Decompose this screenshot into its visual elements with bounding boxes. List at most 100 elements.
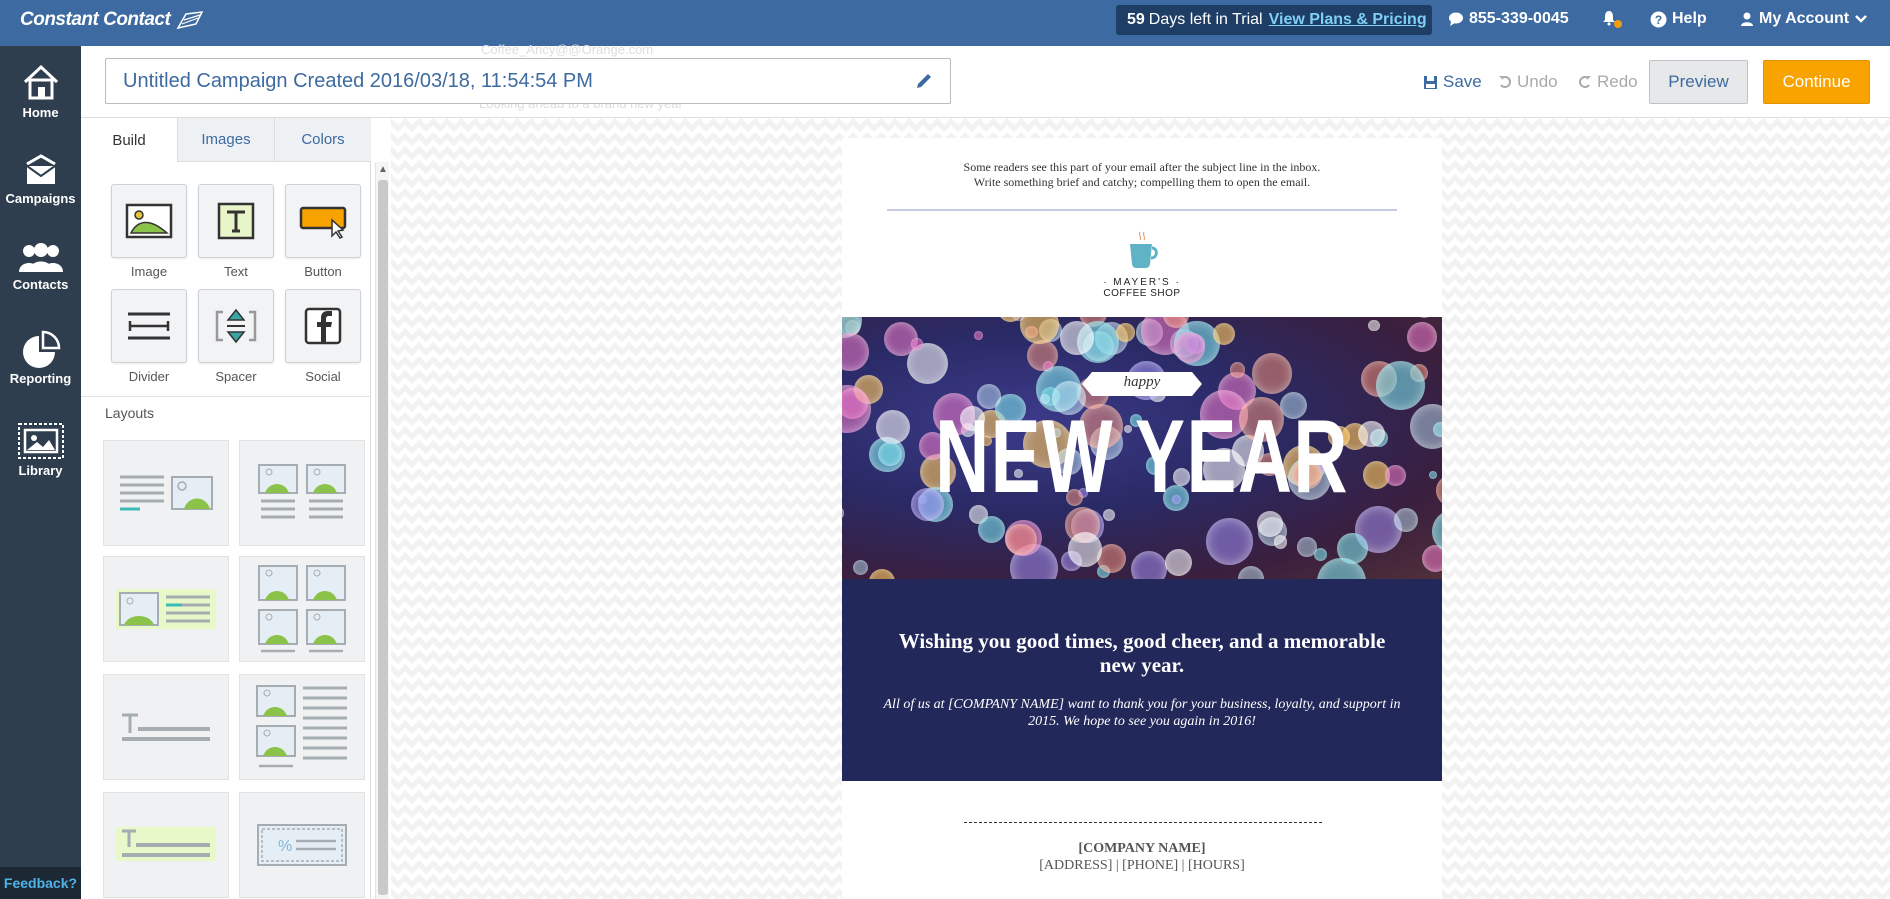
tool-spacer[interactable]: Spacer bbox=[198, 289, 274, 384]
bokeh-circle bbox=[1428, 471, 1437, 480]
notifications-button[interactable] bbox=[1601, 10, 1622, 28]
redo-label: Redo bbox=[1597, 72, 1638, 91]
editor-header: Coffee_Ancy@@Orange.com Looking ahead to… bbox=[81, 42, 1890, 118]
preheader-line-1: Some readers see this part of your email… bbox=[963, 160, 1321, 174]
bokeh-circle bbox=[1060, 321, 1094, 355]
layouts-heading: Layouts bbox=[105, 405, 155, 421]
panel-tabs: Build Images Colors bbox=[81, 118, 371, 162]
bokeh-circle bbox=[1256, 511, 1283, 538]
tool-text-box bbox=[198, 184, 274, 258]
tab-colors[interactable]: Colors bbox=[274, 118, 371, 162]
pencil-icon[interactable] bbox=[914, 71, 934, 91]
tool-image[interactable]: Image bbox=[111, 184, 187, 279]
constant-contact-logo[interactable]: Constant Contact bbox=[20, 9, 204, 31]
layout-text-image[interactable] bbox=[103, 440, 229, 546]
spacer-block-icon bbox=[215, 308, 257, 344]
save-button[interactable]: Save bbox=[1423, 72, 1482, 92]
phone-link[interactable]: 855-339-0045 bbox=[1448, 10, 1569, 28]
bokeh-circle bbox=[1212, 322, 1236, 346]
layout-text-image-icon bbox=[120, 475, 213, 511]
email-preview[interactable]: Some readers see this part of your email… bbox=[842, 138, 1442, 899]
bokeh-circle bbox=[1173, 331, 1205, 364]
shop-logo-block[interactable]: · MAYER'S · COFFEE SHOP bbox=[842, 230, 1442, 299]
tool-button[interactable]: Button bbox=[285, 184, 361, 279]
feedback-link[interactable]: Feedback? bbox=[0, 867, 81, 899]
continue-button[interactable]: Continue bbox=[1763, 60, 1870, 104]
tool-divider[interactable]: Divider bbox=[111, 289, 187, 384]
nav-reporting[interactable]: Reporting bbox=[0, 328, 81, 386]
layout-coupon[interactable]: % bbox=[239, 792, 365, 898]
nav-reporting-label: Reporting bbox=[9, 371, 72, 386]
bokeh-circle bbox=[1409, 404, 1442, 450]
coupon-icon: % bbox=[257, 824, 347, 866]
tool-spacer-box bbox=[198, 289, 274, 363]
button-block-icon bbox=[299, 206, 347, 239]
layout-title-text[interactable] bbox=[103, 674, 229, 780]
greeting-block[interactable]: Wishing you good times, good cheer, and … bbox=[842, 579, 1442, 781]
tab-images[interactable]: Images bbox=[177, 118, 274, 162]
tool-social[interactable]: Social bbox=[285, 289, 361, 384]
greeting-body: All of us at [COMPANY NAME] want to than… bbox=[883, 697, 1401, 729]
tool-social-label: Social bbox=[305, 369, 341, 384]
bokeh-circle bbox=[842, 506, 844, 520]
undo-icon bbox=[1499, 76, 1511, 88]
nav-campaigns[interactable]: Campaigns bbox=[0, 154, 81, 206]
company-details: [ADDRESS] | [PHONE] | [HOURS] bbox=[1039, 858, 1245, 873]
coffee-cup-icon bbox=[1130, 231, 1158, 268]
layout-title-text-highlight[interactable] bbox=[103, 792, 229, 898]
bokeh-circle bbox=[1357, 420, 1385, 448]
my-account-menu[interactable]: My Account bbox=[1740, 10, 1868, 28]
bokeh-circle bbox=[1441, 317, 1442, 322]
help-button[interactable]: ? Help bbox=[1650, 10, 1707, 28]
preview-button[interactable]: Preview bbox=[1649, 60, 1748, 104]
layout-image-grid-icon bbox=[258, 565, 346, 653]
trial-banner: 59 Days left in Trial View Plans & Prici… bbox=[1116, 5, 1432, 35]
preheader-divider bbox=[887, 209, 1397, 211]
layout-two-image-columns[interactable] bbox=[239, 440, 365, 546]
nav-contacts[interactable]: Contacts bbox=[0, 242, 81, 292]
redo-button[interactable]: Redo bbox=[1578, 72, 1638, 92]
tool-text[interactable]: Text bbox=[198, 184, 274, 279]
left-nav: Home Campaigns Contacts Reporting Librar… bbox=[0, 46, 81, 899]
layout-image-grid[interactable] bbox=[239, 556, 365, 662]
notification-dot bbox=[1614, 20, 1622, 28]
view-plans-link[interactable]: View Plans & Pricing bbox=[1269, 11, 1427, 29]
nav-library[interactable]: Library bbox=[0, 420, 81, 478]
panel-scrollbar[interactable]: ▲ bbox=[375, 162, 389, 899]
facebook-icon bbox=[304, 307, 342, 345]
trial-days: 59 bbox=[1127, 11, 1145, 28]
bokeh-circle bbox=[1384, 464, 1406, 486]
tool-text-label: Text bbox=[224, 264, 248, 279]
layout-images-list-icon bbox=[256, 685, 347, 768]
bokeh-circle bbox=[911, 338, 923, 350]
undo-button[interactable]: Undo bbox=[1498, 72, 1558, 92]
campaign-title-field[interactable]: Untitled Campaign Created 2016/03/18, 11… bbox=[105, 58, 951, 104]
bokeh-circle bbox=[974, 331, 983, 340]
bokeh-circle bbox=[1368, 320, 1380, 332]
build-panel: Build Images Colors ▲ Image Text Button … bbox=[81, 118, 389, 899]
library-icon bbox=[17, 423, 64, 459]
bokeh-circle bbox=[1005, 523, 1037, 556]
nav-home[interactable]: Home bbox=[0, 62, 81, 120]
bokeh-circle bbox=[1067, 532, 1103, 568]
bokeh-circle bbox=[1273, 535, 1287, 549]
campaign-title: Untitled Campaign Created 2016/03/18, 11… bbox=[123, 69, 593, 92]
save-label: Save bbox=[1443, 72, 1482, 91]
hero-image[interactable]: happy NEW YEAR bbox=[842, 317, 1442, 579]
layout-two-columns-icon bbox=[258, 464, 346, 519]
tool-button-label: Button bbox=[304, 264, 342, 279]
bokeh-circle bbox=[1393, 508, 1418, 532]
scroll-up-arrow-icon[interactable]: ▲ bbox=[378, 164, 388, 175]
bokeh-circle bbox=[1115, 322, 1135, 342]
footer-divider bbox=[964, 822, 1322, 823]
scrollbar-thumb[interactable] bbox=[378, 180, 388, 895]
layout-images-list[interactable] bbox=[239, 674, 365, 780]
company-info-block[interactable]: [COMPANY NAME] [ADDRESS] | [PHONE] | [HO… bbox=[842, 840, 1442, 874]
tool-divider-box bbox=[111, 289, 187, 363]
home-icon bbox=[23, 64, 58, 100]
divider-block-icon bbox=[128, 312, 170, 340]
bokeh-circle bbox=[1229, 362, 1246, 378]
layout-image-text-highlight[interactable] bbox=[103, 556, 229, 662]
tab-build[interactable]: Build bbox=[81, 118, 177, 162]
preheader-block[interactable]: Some readers see this part of your email… bbox=[842, 160, 1442, 190]
